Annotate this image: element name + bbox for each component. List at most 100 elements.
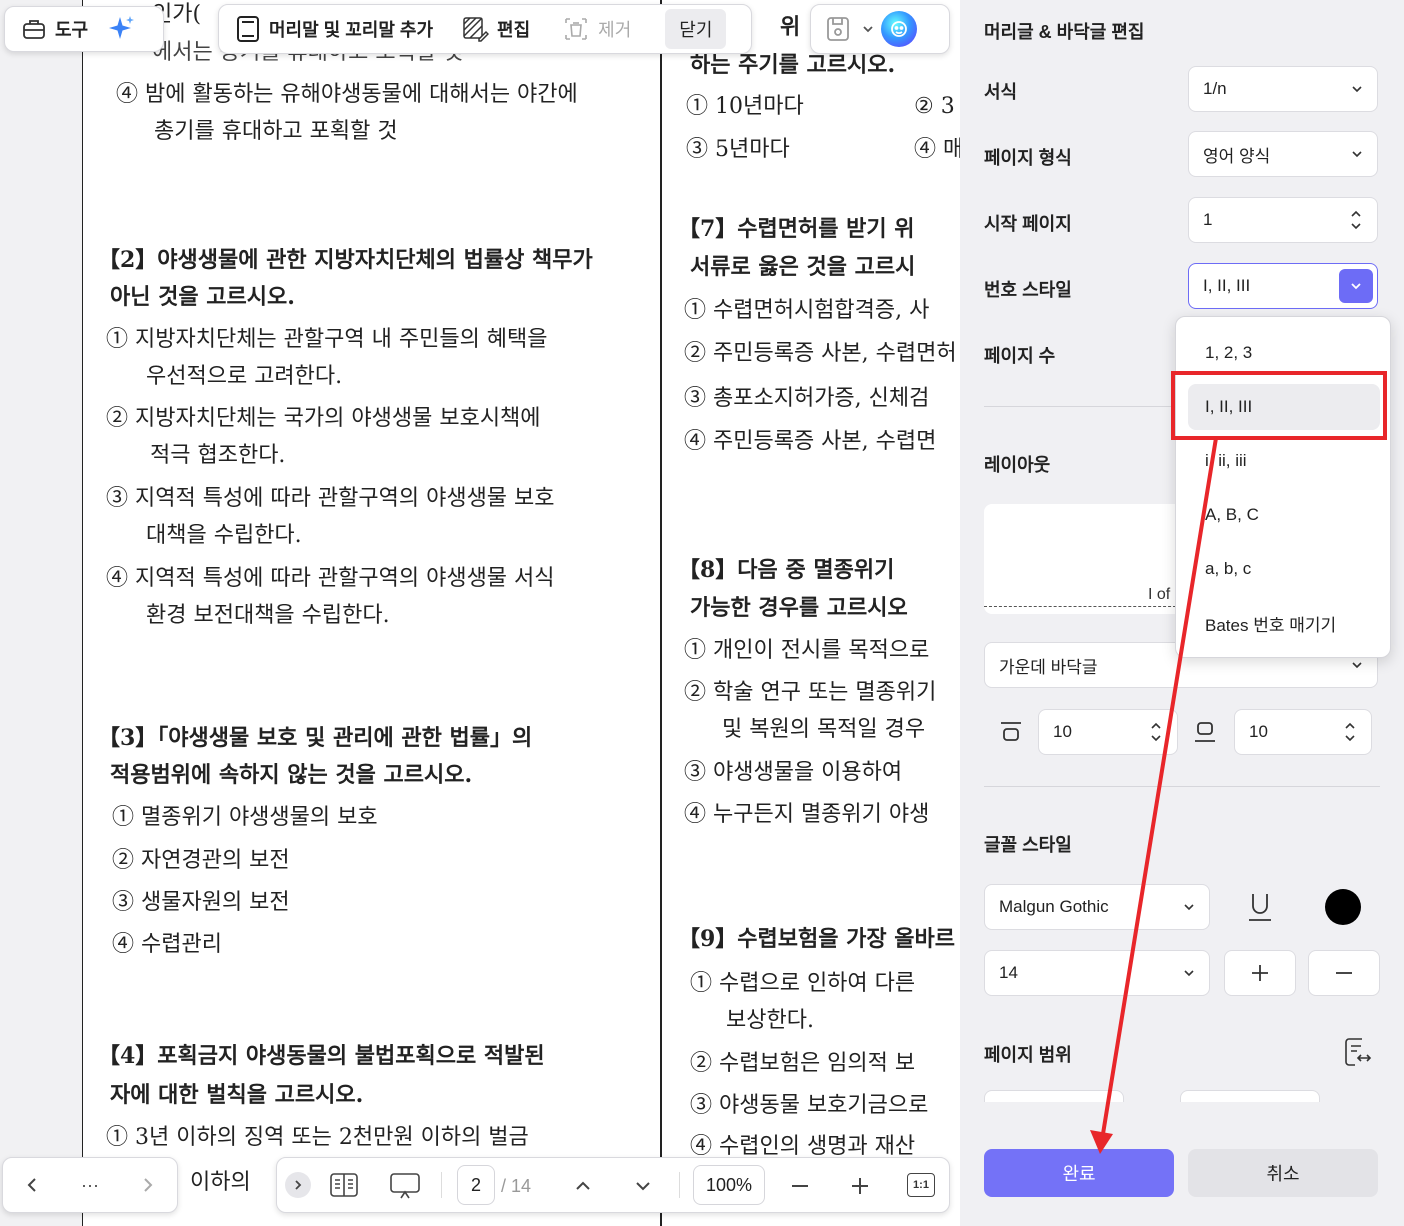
- current-page-input[interactable]: 2: [457, 1165, 495, 1205]
- font-size-select[interactable]: 14: [984, 950, 1210, 996]
- page-range-icon[interactable]: [1342, 1036, 1372, 1068]
- doc-line: ② 자연경관의 보전: [112, 848, 290, 873]
- remove-button[interactable]: 제거: [552, 9, 641, 49]
- chevron-up-icon[interactable]: [573, 1176, 593, 1196]
- chevron-left-icon[interactable]: [22, 1175, 42, 1195]
- doc-line: ② 3: [914, 94, 955, 119]
- bottom-margin-stepper[interactable]: 10: [1234, 709, 1372, 755]
- number-style-dropdown-menu: 1, 2, 3 I, II, III i, ii, iii A, B, C a,…: [1175, 316, 1391, 658]
- header-footer-icon: [237, 16, 259, 42]
- toolbox-icon: [23, 20, 45, 39]
- doc-line: ① 개인이 전시를 목적으로: [684, 638, 930, 663]
- pattern-edit-icon: [463, 17, 490, 42]
- font-style-label: 글꼴 스타일: [984, 835, 1072, 855]
- page-range-field-partial[interactable]: [984, 1090, 1124, 1102]
- doc-line: ④ 수렵인의 생명과 재산: [690, 1134, 916, 1159]
- number-style-dropdown-button[interactable]: [1339, 269, 1373, 303]
- plus-icon: [1252, 965, 1268, 981]
- document-viewer[interactable]: 인가( 에서는 중거를 휴대하고 포획할 것 ④ 밤에 활동하는 유해야생동물에…: [0, 0, 960, 1226]
- font-family-select[interactable]: Malgun Gothic: [984, 884, 1210, 930]
- menu-item-lower-alpha[interactable]: a, b, c: [1188, 546, 1380, 592]
- doc-line: ③ 총포소지허가증, 신체검: [684, 386, 930, 411]
- page-format-label: 페이지 형식: [984, 148, 1072, 168]
- sparkle-icon: [109, 16, 135, 39]
- chevron-down-icon[interactable]: [861, 22, 875, 36]
- page-format-select[interactable]: 영어 양식: [1188, 131, 1378, 177]
- chevron-right-icon[interactable]: [138, 1175, 158, 1195]
- zoom-out-icon[interactable]: [789, 1175, 811, 1197]
- font-color-swatch[interactable]: [1325, 889, 1361, 925]
- layout-label: 레이아웃: [984, 455, 1051, 475]
- edit-button[interactable]: 편집: [451, 9, 540, 49]
- ai-assistant-button[interactable]: [881, 11, 917, 47]
- chevron-down-icon: [1351, 283, 1361, 290]
- more-options-button[interactable]: ···: [81, 1175, 99, 1196]
- chevron-down-icon: [1352, 86, 1362, 93]
- two-page-view-icon[interactable]: [329, 1172, 359, 1198]
- doc-line: ④ 지역적 특성에 따라 관할구역의 야생생물 서식: [106, 566, 555, 591]
- doc-line: ② 주민등록증 사본, 수렵면허: [684, 341, 957, 366]
- trash-icon: [565, 18, 587, 40]
- page-range-field-partial[interactable]: [1180, 1090, 1320, 1102]
- doc-question-title: 자에 대한 벌칙을 고르시오.: [110, 1082, 364, 1108]
- stepper-arrows-icon[interactable]: [1149, 719, 1163, 745]
- menu-item-upper-alpha[interactable]: A, B, C: [1188, 492, 1380, 538]
- menu-item-bates-numbering[interactable]: Bates 번호 매기기: [1188, 600, 1380, 646]
- zoom-in-icon[interactable]: [849, 1175, 871, 1197]
- doc-question-title: 서류로 옳은 것을 고르시: [690, 254, 916, 280]
- format-value: 1/n: [1203, 79, 1227, 98]
- top-margin-value: 10: [1053, 722, 1072, 741]
- view-control-bar: 2 / 14 100% 1:1: [276, 1157, 950, 1213]
- doc-line: ① 10년마다: [686, 94, 804, 119]
- stepper-arrows-icon[interactable]: [1349, 207, 1363, 233]
- close-button[interactable]: 닫기: [665, 9, 727, 49]
- font-size-increase-button[interactable]: [1224, 950, 1296, 996]
- doc-line: ① 수렵면허시험합격증, 사: [684, 298, 930, 323]
- ai-assistant-icon: [891, 21, 907, 37]
- tools-button[interactable]: 도구: [11, 9, 98, 49]
- presentation-icon[interactable]: [389, 1172, 421, 1200]
- doc-question-title: 【4】포획금지 야생동물의 불법포획으로 적발된: [98, 1043, 545, 1069]
- actual-size-button[interactable]: 1:1: [907, 1173, 935, 1197]
- toolbar-separator: [441, 1172, 442, 1198]
- save-ai-toolbar: [810, 4, 950, 54]
- doc-line: ③ 야생생물을 이용하여: [684, 760, 903, 785]
- page-nav-bar: ···: [2, 1157, 178, 1213]
- start-page-stepper[interactable]: 1: [1188, 197, 1378, 243]
- cancel-button[interactable]: 취소: [1188, 1149, 1378, 1197]
- doc-line: ① 지방자치단체는 관할구역 내 주민들의 혜택을: [106, 327, 548, 352]
- doc-question-title: 적용범위에 속하지 않는 것을 고르시오.: [110, 762, 473, 788]
- top-margin-stepper[interactable]: 10: [1038, 709, 1178, 755]
- highlight-box: [1171, 371, 1387, 440]
- doc-line: ④ 주민등록증 사본, 수렵면: [684, 429, 937, 454]
- top-margin-icon: [1001, 722, 1021, 741]
- toolbar-separator: [679, 1172, 680, 1198]
- format-label: 서식: [984, 82, 1018, 102]
- panel-title: 머리글 & 바닥글 편집: [984, 22, 1145, 42]
- save-button[interactable]: [821, 9, 855, 49]
- done-button[interactable]: 완료: [984, 1149, 1174, 1197]
- stepper-arrows-icon[interactable]: [1343, 719, 1357, 745]
- chevron-down-icon[interactable]: [633, 1176, 653, 1196]
- doc-line: ④ 밤에 활동하는 유해야생동물에 대해서는 야간에: [116, 82, 578, 107]
- number-style-label: 번호 스타일: [984, 280, 1072, 300]
- ai-sparkle-button[interactable]: [98, 9, 144, 49]
- doc-question-title: 【8】다음 중 멸종위기: [678, 557, 895, 583]
- position-value: 가운데 바닥글: [999, 657, 1098, 677]
- column-divider: [660, 0, 662, 1226]
- doc-line: ③ 생물자원의 보전: [112, 890, 290, 915]
- add-header-footer-button[interactable]: 머리말 및 꼬리말 추가: [225, 9, 443, 49]
- page-count-label: 페이지 수: [984, 346, 1056, 366]
- menu-item-lower-roman[interactable]: i, ii, iii: [1188, 438, 1380, 484]
- number-style-select[interactable]: I, II, III: [1188, 263, 1378, 309]
- expand-button[interactable]: [285, 1172, 311, 1198]
- format-select[interactable]: 1/n: [1188, 66, 1378, 112]
- zoom-level-input[interactable]: 100%: [693, 1165, 765, 1205]
- font-size-decrease-button[interactable]: [1308, 950, 1380, 996]
- layout-preview-text: I of: [1148, 586, 1171, 603]
- save-icon: [827, 17, 849, 41]
- doc-line: ④ 누구든지 멸종위기 야생: [684, 802, 930, 827]
- underline-icon[interactable]: [1246, 891, 1274, 923]
- chevron-down-icon: [1184, 904, 1194, 911]
- menu-item-arabic[interactable]: 1, 2, 3: [1188, 330, 1380, 376]
